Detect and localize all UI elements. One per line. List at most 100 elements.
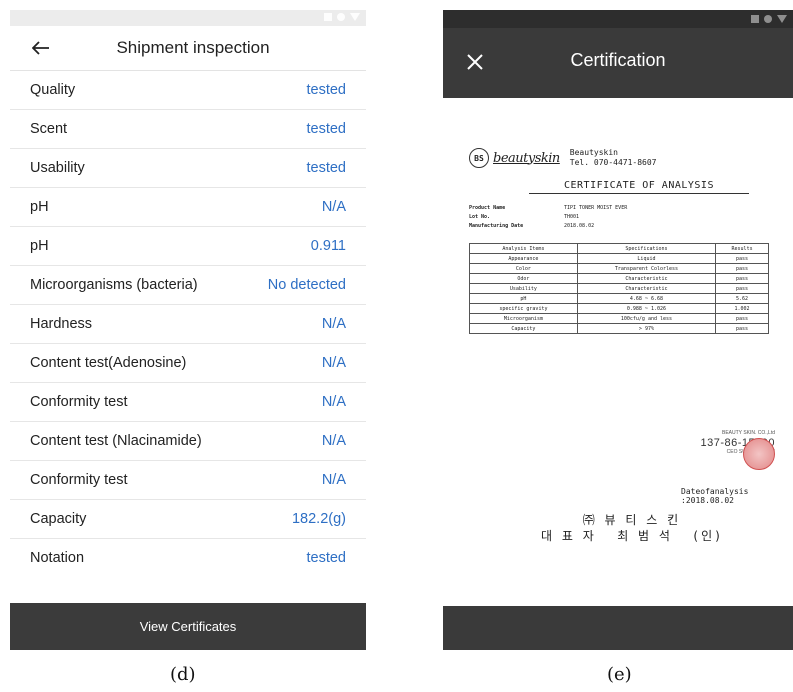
item-value: N/A: [321, 316, 346, 332]
table-cell: pH: [469, 293, 578, 304]
item-label: Conformity test: [30, 472, 128, 488]
company-name: Beautyskin: [569, 148, 618, 157]
certification-screen: Certification BS beautyskin Beautyskin T…: [443, 10, 793, 650]
korean-signature-block: ㈜ 뷰 티 스 킨 대 표 자 최 범 석 (인): [541, 512, 723, 544]
header: Shipment inspection: [10, 26, 366, 71]
inspection-list: Quality tested Scent tested Usability teste…: [10, 71, 366, 577]
certificate-header: BS beautyskin Beautyskin Tel. 070-4471-8…: [469, 148, 789, 168]
table-cell: pass: [715, 253, 769, 264]
table-row: specific gravity 0.988 ~ 1.026 1.002: [469, 303, 769, 314]
signal-icon: [350, 13, 360, 21]
list-item[interactable]: Microorganisms (bacteria) No detected: [10, 266, 366, 305]
table-cell: 4.68 ~ 6.68: [576, 293, 717, 304]
list-item[interactable]: Conformity test N/A: [10, 383, 366, 422]
list-item[interactable]: Hardness N/A: [10, 305, 366, 344]
list-item[interactable]: pH 0.911: [10, 227, 366, 266]
list-item[interactable]: Content test (Nlacinamide) N/A: [10, 422, 366, 461]
circle-icon: [764, 15, 772, 23]
product-info: Product Name TIPI TONER MOIST EVER Lot No…: [469, 204, 789, 231]
certificate-document: BS beautyskin Beautyskin Tel. 070-4471-8…: [469, 148, 789, 334]
table-row: pH 4.68 ~ 6.68 5.62: [469, 293, 769, 304]
caption-e: (e): [607, 664, 632, 685]
table-cell: Capacity: [469, 323, 578, 334]
square-icon: [751, 15, 759, 23]
logo-mark: BS: [469, 148, 489, 168]
header: Certification: [443, 28, 793, 98]
list-item[interactable]: Quality tested: [10, 71, 366, 110]
company-tel: Tel. 070-4471-8607: [569, 158, 657, 167]
item-label: pH: [30, 199, 49, 215]
item-label: Hardness: [30, 316, 93, 332]
item-value: tested: [306, 82, 347, 98]
table-cell: Characteristic: [576, 283, 717, 294]
list-item[interactable]: Capacity 182.2(g): [10, 500, 366, 539]
circle-icon: [337, 13, 345, 21]
analysis-table: Analysis Items Specifications Results Ap…: [469, 243, 769, 334]
stamp-company: BEAUTY SKIN. CO.,Ltd: [722, 430, 775, 436]
info-value: 2018.08.02: [564, 223, 595, 229]
table-row: Usability Characteristic pass: [469, 283, 769, 294]
item-value: N/A: [321, 472, 346, 488]
item-label: Conformity test: [30, 394, 128, 410]
shipment-inspection-screen: Shipment inspection Quality tested Scent t…: [10, 10, 366, 650]
list-item[interactable]: Notation tested: [10, 539, 366, 577]
table-cell: Appearance: [469, 253, 578, 264]
view-certificates-button[interactable]: View Certificates: [10, 603, 366, 650]
status-bar: [443, 10, 793, 28]
list-item[interactable]: Scent tested: [10, 110, 366, 149]
table-cell: Odor: [469, 273, 578, 284]
table-cell: Liquid: [576, 253, 717, 264]
page-title: Shipment inspection: [116, 38, 270, 57]
table-cell: Characteristic: [576, 273, 717, 284]
list-item[interactable]: Usability tested: [10, 149, 366, 188]
info-key: Product Name: [469, 205, 506, 211]
header-cell: Analysis Items: [469, 243, 578, 254]
company-info: Beautyskin Tel. 070-4471-8607: [570, 148, 657, 168]
logo-text: beautyskin: [493, 150, 560, 166]
table-cell: Usability: [469, 283, 578, 294]
item-value: tested: [306, 160, 347, 176]
item-label: Quality: [30, 82, 76, 98]
table-cell: specific gravity: [469, 303, 578, 314]
list-item[interactable]: pH N/A: [10, 188, 366, 227]
table-cell: Microorganism: [469, 313, 578, 324]
table-row: Odor Characteristic pass: [469, 273, 769, 284]
info-value: TH001: [564, 214, 580, 220]
table-header-row: Analysis Items Specifications Results: [469, 243, 769, 254]
info-key: Manufacturing Date: [469, 223, 524, 229]
table-row: Capacity > 97% pass: [469, 323, 769, 334]
table-cell: pass: [715, 283, 769, 294]
korean-company: ㈜ 뷰 티 스 킨: [582, 513, 682, 527]
item-value: N/A: [321, 433, 346, 449]
item-value: N/A: [321, 355, 346, 371]
item-label: pH: [30, 238, 49, 254]
table-cell: pass: [715, 273, 769, 284]
table-row: Appearance Liquid pass: [469, 253, 769, 264]
table-cell: > 97%: [576, 323, 717, 334]
item-value: N/A: [321, 199, 346, 215]
item-value: No detected: [267, 277, 346, 293]
item-label: Scent: [30, 121, 68, 137]
header-cell: Specifications: [576, 243, 717, 254]
company-logo: BS beautyskin: [469, 148, 560, 168]
table-cell: 0.988 ~ 1.026: [576, 303, 717, 314]
table-cell: Transparent Colorless: [576, 263, 717, 274]
item-label: Usability: [30, 160, 85, 176]
red-seal: [743, 438, 775, 470]
item-label: Content test (Nlacinamide): [30, 433, 202, 449]
table-cell: pass: [715, 313, 769, 324]
bottom-bar: [443, 606, 793, 650]
table-cell: pass: [715, 263, 769, 274]
table-cell: pass: [715, 323, 769, 334]
table-row: Microorganism 100cfu/g and less pass: [469, 313, 769, 324]
item-value: N/A: [321, 394, 346, 410]
item-value: 182.2(g): [291, 511, 346, 527]
analysis-date: Dateofanalysis :2018.08.02: [681, 487, 749, 505]
page-title: Certification: [570, 50, 666, 70]
table-cell: 100cfu/g and less: [576, 313, 717, 324]
korean-ceo: 대 표 자 최 범 석 (인): [541, 529, 723, 543]
item-label: Content test(Adenosine): [30, 355, 187, 371]
item-value: tested: [306, 550, 347, 566]
list-item[interactable]: Content test(Adenosine) N/A: [10, 344, 366, 383]
list-item[interactable]: Conformity test N/A: [10, 461, 366, 500]
